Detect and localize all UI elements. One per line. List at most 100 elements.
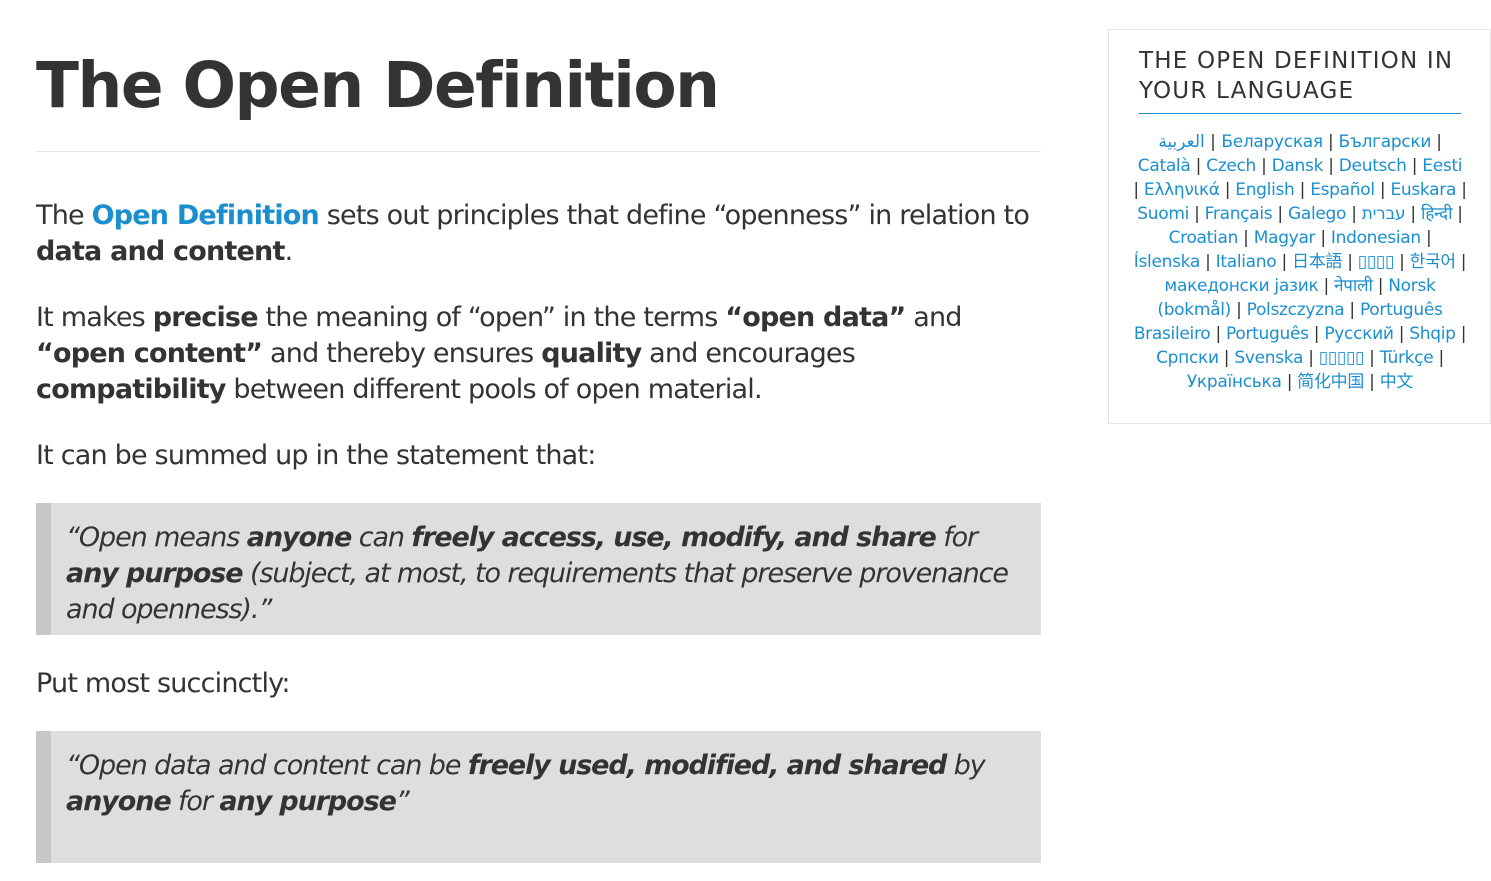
language-separator: | xyxy=(1189,204,1205,224)
language-separator: | xyxy=(1256,156,1272,176)
language-separator: | xyxy=(1323,156,1339,176)
language-link[interactable]: Indonesian xyxy=(1331,228,1421,248)
language-separator: | xyxy=(1315,228,1331,248)
language-link[interactable]: Magyar xyxy=(1254,228,1316,248)
open-definition-link[interactable]: Open Definition xyxy=(92,200,320,231)
intro-text: sets out principles that define “opennes… xyxy=(318,200,1030,231)
quote-bold: any purpose xyxy=(66,558,244,589)
language-link[interactable]: 日本語 xyxy=(1292,252,1342,272)
quote-bold: freely used, modified, and shared xyxy=(467,750,948,781)
paragraph-text: and xyxy=(905,302,962,333)
language-link[interactable]: English xyxy=(1235,180,1295,200)
language-separator: | xyxy=(1272,204,1288,224)
quote-text: “Open means xyxy=(66,522,247,553)
language-separator: | xyxy=(1393,324,1410,344)
language-separator: | xyxy=(1455,324,1467,344)
language-link[interactable]: 中文 xyxy=(1380,372,1414,392)
language-separator: | xyxy=(1190,156,1207,176)
language-link[interactable]: Svenska xyxy=(1234,348,1303,368)
language-link[interactable]: Íslenska xyxy=(1134,252,1201,272)
language-link[interactable]: Galego xyxy=(1288,204,1346,224)
language-link[interactable]: עברית xyxy=(1362,204,1406,224)
language-separator: | xyxy=(1204,132,1222,152)
page-title: The Open Definition xyxy=(36,49,720,122)
language-separator: | xyxy=(1433,348,1444,368)
language-link[interactable]: 简化中国 xyxy=(1297,372,1364,392)
language-link[interactable]: العربية xyxy=(1158,132,1205,152)
language-link[interactable]: Ελληνικά xyxy=(1144,180,1220,200)
quote-bold: anyone xyxy=(66,786,172,817)
language-link[interactable]: हिन्दी xyxy=(1421,204,1453,224)
language-link[interactable]: Suomi xyxy=(1137,204,1189,224)
intro-paragraph: The Open Definition sets out principles … xyxy=(36,198,1041,270)
language-separator: | xyxy=(1372,276,1389,296)
language-separator: | xyxy=(1406,156,1423,176)
quote-text: “Open data and content can be xyxy=(66,750,468,781)
language-link[interactable]: Українська xyxy=(1187,372,1282,392)
quote-bold: freely access, use, modify, and share xyxy=(411,522,936,553)
language-separator: | xyxy=(1318,276,1335,296)
language-separator: | xyxy=(1342,252,1358,272)
language-link[interactable]: 한국어 xyxy=(1410,252,1456,272)
intro-text: . xyxy=(284,236,294,267)
language-separator: | xyxy=(1238,228,1254,248)
language-link[interactable]: Czech xyxy=(1206,156,1256,176)
language-separator: | xyxy=(1394,252,1410,272)
language-sidebar: The Open Definition in your language الع… xyxy=(1108,29,1491,424)
language-separator: | xyxy=(1219,180,1236,200)
language-link[interactable]: Български xyxy=(1338,132,1431,152)
language-link[interactable]: Italiano xyxy=(1216,252,1277,272)
language-separator: | xyxy=(1200,252,1216,272)
language-separator: | xyxy=(1294,180,1311,200)
language-separator: | xyxy=(1431,132,1442,152)
language-link[interactable]: македонски јазик xyxy=(1164,276,1318,296)
paragraph-text: between different pools of open material… xyxy=(225,374,762,405)
language-separator: | xyxy=(1308,324,1325,344)
language-link[interactable]: Français xyxy=(1205,204,1273,224)
language-separator: | xyxy=(1344,300,1360,320)
paragraph-bold: compatibility xyxy=(36,374,226,405)
language-link[interactable]: ▯▯▯▯ xyxy=(1358,252,1395,272)
language-link[interactable]: Polszczyzna xyxy=(1247,300,1345,320)
succinct-lead-paragraph: Put most succinctly: xyxy=(36,668,290,699)
language-link[interactable]: Português xyxy=(1226,324,1309,344)
definition-quote: “Open means anyone can freely access, us… xyxy=(36,503,1041,635)
language-link[interactable]: Deutsch xyxy=(1339,156,1407,176)
language-separator: | xyxy=(1405,204,1421,224)
language-link[interactable]: Eesti xyxy=(1422,156,1462,176)
intro-bold: data and content xyxy=(36,236,285,267)
language-link[interactable]: ▯▯▯▯▯ xyxy=(1319,348,1365,368)
language-list: العربية | Беларуская | Български | Catal… xyxy=(1133,130,1467,394)
language-separator: | xyxy=(1303,348,1319,368)
language-link[interactable]: Español xyxy=(1310,180,1375,200)
precision-paragraph: It makes precise the meaning of “open” i… xyxy=(36,300,1041,408)
language-link[interactable]: Српски xyxy=(1156,348,1219,368)
language-separator: | xyxy=(1281,372,1298,392)
language-separator: | xyxy=(1364,348,1380,368)
language-separator: | xyxy=(1374,180,1391,200)
paragraph-bold: quality xyxy=(541,338,642,369)
title-divider xyxy=(36,151,1041,152)
language-separator: | xyxy=(1322,132,1339,152)
quote-text: ” xyxy=(395,786,410,817)
language-link[interactable]: Shqip xyxy=(1409,324,1456,344)
sidebar-title: The Open Definition in your language xyxy=(1139,48,1454,104)
language-link[interactable]: Dansk xyxy=(1272,156,1324,176)
quote-text: by xyxy=(946,750,986,781)
language-separator: | xyxy=(1133,180,1144,200)
language-link[interactable]: Croatian xyxy=(1169,228,1239,248)
paragraph-bold: “open content” xyxy=(36,338,263,369)
language-separator: | xyxy=(1346,204,1362,224)
language-separator: | xyxy=(1276,252,1293,272)
language-link[interactable]: नेपाली xyxy=(1334,276,1373,296)
language-link[interactable]: Беларуская xyxy=(1221,132,1323,152)
succinct-quote: “Open data and content can be freely use… xyxy=(36,731,1041,863)
language-link[interactable]: Русский xyxy=(1324,324,1394,344)
language-separator: | xyxy=(1455,252,1467,272)
quote-bold: any purpose xyxy=(219,786,397,817)
quote-text: can xyxy=(351,522,412,553)
language-link[interactable]: Català xyxy=(1138,156,1191,176)
quote-bold: anyone xyxy=(246,522,353,553)
language-link[interactable]: Euskara xyxy=(1390,180,1456,200)
language-link[interactable]: Türkçe xyxy=(1380,348,1434,368)
